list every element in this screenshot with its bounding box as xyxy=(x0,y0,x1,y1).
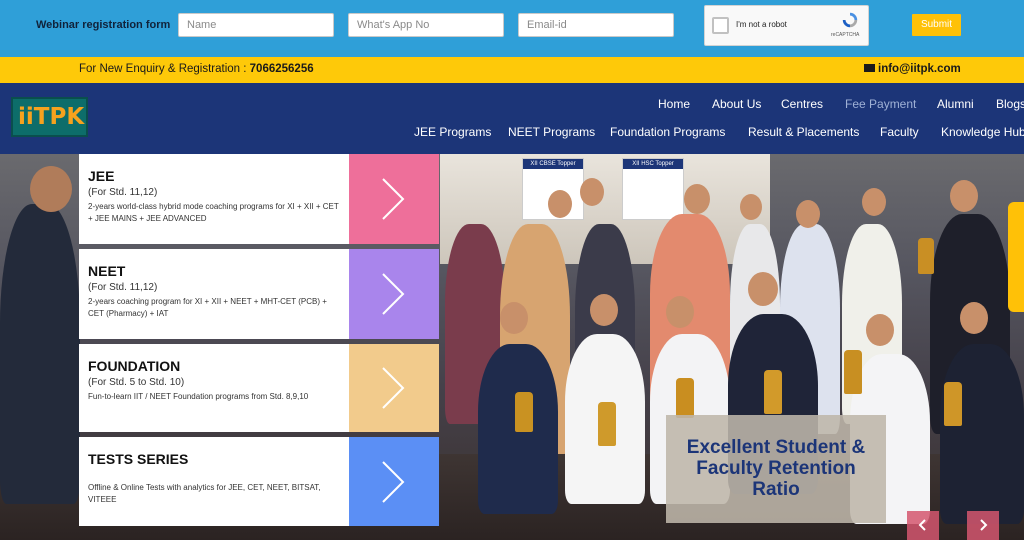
card-arrow-button[interactable] xyxy=(349,249,439,339)
card-description: Fun-to-learn IIT / NEET Foundation progr… xyxy=(88,392,309,401)
trophy-icon xyxy=(944,382,962,426)
student-figure xyxy=(940,344,1024,524)
person-head xyxy=(684,184,710,214)
person-head xyxy=(666,296,694,328)
slider-next-button[interactable] xyxy=(967,511,999,540)
person-figure xyxy=(0,204,80,504)
nav-jee-programs[interactable]: JEE Programs xyxy=(414,125,491,139)
enquiry-phone[interactable]: 7066256256 xyxy=(250,63,314,75)
retention-text: Excellent Student & Faculty Retention Ra… xyxy=(686,437,866,500)
enquiry-bar: For New Enquiry & Registration : 7066256… xyxy=(0,57,1024,83)
iitpk-logo[interactable]: iiTPK xyxy=(11,97,88,137)
chevron-right-icon xyxy=(382,460,405,503)
webinar-form-title: Webinar registration form xyxy=(36,19,171,31)
card-subtitle: (For Std. 5 to Std. 10) xyxy=(88,377,185,388)
nav-knowledge-hub[interactable]: Knowledge Hub xyxy=(941,125,1024,139)
enquiry-email[interactable]: info@iitpk.com xyxy=(878,63,961,75)
card-title: NEET xyxy=(88,263,126,279)
recaptcha-icon xyxy=(842,12,858,28)
chevron-right-icon xyxy=(382,178,405,220)
logo-text: iiTPK xyxy=(18,104,85,130)
person-head xyxy=(580,178,604,206)
recaptcha-brand: reCAPTCHA xyxy=(831,32,860,38)
person-head xyxy=(950,180,978,212)
card-subtitle: (For Std. 11,12) xyxy=(88,187,158,198)
nav-neet-programs[interactable]: NEET Programs xyxy=(508,125,595,139)
person-head xyxy=(590,294,618,326)
program-card-neet[interactable]: NEET (For Std. 11,12) 2-years coaching p… xyxy=(79,249,439,339)
side-enquiry-tab[interactable] xyxy=(1008,202,1024,312)
retention-banner: Excellent Student & Faculty Retention Ra… xyxy=(666,415,886,523)
trophy-icon xyxy=(918,238,934,274)
nav-faculty[interactable]: Faculty xyxy=(880,125,919,139)
person-head xyxy=(500,302,528,334)
submit-button[interactable]: Submit xyxy=(912,14,961,36)
topper-poster: XII HSC Topper xyxy=(622,158,684,220)
person-head xyxy=(796,200,820,228)
recaptcha-widget: I'm not a robot reCAPTCHA xyxy=(704,5,869,46)
enquiry-email-link[interactable]: info@iitpk.com xyxy=(864,63,961,75)
envelope-icon xyxy=(864,64,875,72)
card-arrow-button[interactable] xyxy=(349,344,439,432)
trophy-icon xyxy=(764,370,782,414)
card-arrow-button[interactable] xyxy=(349,437,439,526)
person-head xyxy=(30,166,72,212)
program-card-jee[interactable]: JEE (For Std. 11,12) 2-years world-class… xyxy=(79,154,439,244)
nav-foundation-programs[interactable]: Foundation Programs xyxy=(610,125,725,139)
program-card-tests-series[interactable]: TESTS SERIES Offline & Online Tests with… xyxy=(79,437,439,526)
nav-about-us[interactable]: About Us xyxy=(712,97,761,111)
person-head xyxy=(748,272,778,306)
nav-centres[interactable]: Centres xyxy=(781,97,823,111)
main-nav: iiTPK Home About Us Centres Fee Payment … xyxy=(0,83,1024,154)
card-description: Offline & Online Tests with analytics fo… xyxy=(88,483,321,504)
arrow-left-icon xyxy=(918,519,926,531)
card-title: FOUNDATION xyxy=(88,358,181,374)
card-title: JEE xyxy=(88,168,115,184)
person-head xyxy=(866,314,894,346)
topper-poster-label: XII HSC Topper xyxy=(623,159,683,169)
email-input[interactable] xyxy=(518,13,674,37)
arrow-right-icon xyxy=(980,519,988,531)
person-head xyxy=(740,194,762,220)
chevron-right-icon xyxy=(382,273,405,315)
nav-result-placements[interactable]: Result & Placements xyxy=(748,125,859,139)
person-head xyxy=(548,190,572,218)
nav-blogs[interactable]: Blogs xyxy=(996,97,1024,111)
nav-home[interactable]: Home xyxy=(658,97,690,111)
nav-alumni[interactable]: Alumni xyxy=(937,97,974,111)
chevron-right-icon xyxy=(382,367,405,409)
trophy-icon xyxy=(676,378,694,418)
card-title: TESTS SERIES xyxy=(88,451,189,467)
trophy-icon xyxy=(598,402,616,446)
person-head xyxy=(862,188,886,216)
card-description: 2-years coaching program for XI + XII + … xyxy=(88,297,327,318)
recaptcha-checkbox[interactable] xyxy=(712,17,729,34)
card-description: 2-years world-class hybrid mode coaching… xyxy=(88,202,339,223)
program-card-foundation[interactable]: FOUNDATION (For Std. 5 to Std. 10) Fun-t… xyxy=(79,344,439,432)
recaptcha-label: I'm not a robot xyxy=(736,20,787,29)
trophy-icon xyxy=(844,350,862,394)
name-input[interactable] xyxy=(178,13,334,37)
card-arrow-button[interactable] xyxy=(349,154,439,244)
person-head xyxy=(960,302,988,334)
enquiry-label: For New Enquiry & Registration : xyxy=(79,63,250,75)
webinar-bar: Webinar registration form I'm not a robo… xyxy=(0,0,1024,57)
whatsapp-input[interactable] xyxy=(348,13,504,37)
card-subtitle: (For Std. 11,12) xyxy=(88,282,158,293)
nav-fee-payment[interactable]: Fee Payment xyxy=(845,97,916,111)
slider-prev-button[interactable] xyxy=(907,511,939,540)
trophy-icon xyxy=(515,392,533,432)
enquiry-text: For New Enquiry & Registration : 7066256… xyxy=(79,63,314,75)
topper-poster-label: XII CBSE Topper xyxy=(523,159,583,169)
